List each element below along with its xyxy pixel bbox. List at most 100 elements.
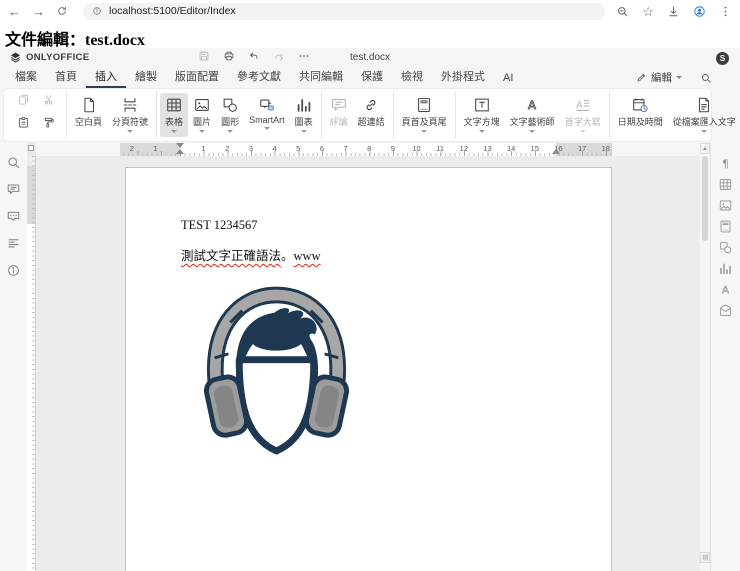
vertical-ruler[interactable] xyxy=(27,156,36,571)
right-sidebar-icon[interactable] xyxy=(718,282,733,297)
ribbon-tab[interactable]: 首頁 xyxy=(46,65,86,88)
left-sidebar-icon[interactable] xyxy=(6,236,21,251)
logo-icon xyxy=(9,51,22,64)
document-page[interactable]: TEST 1234567 測試文字正確語法。www xyxy=(125,167,612,571)
toolbar-button-icon xyxy=(221,96,239,114)
ribbon-tabs: 檔案首頁插入繪製版面配置參考文獻共同編輯保護檢視外掛程式AI xyxy=(0,67,740,88)
ribbon-tab[interactable]: 繪製 xyxy=(126,65,166,88)
zoom-out-icon[interactable] xyxy=(616,5,629,18)
site-info-icon[interactable] xyxy=(92,6,102,16)
toolbar-button-icon xyxy=(415,96,433,114)
toolbar-button[interactable]: 超連結 xyxy=(353,93,390,137)
toolbar-button[interactable]: 首字大寫 xyxy=(560,93,606,137)
ruler-number: 17 xyxy=(570,144,594,153)
horizontal-ruler[interactable]: 21 123456789101112131415161718 xyxy=(120,143,612,156)
paste-button[interactable] xyxy=(15,116,32,129)
ruler-number: 14 xyxy=(499,144,523,153)
ribbon-tab[interactable]: 保護 xyxy=(352,65,392,88)
toolbar-button-icon xyxy=(165,96,183,114)
editing-mode-label: 編輯 xyxy=(651,70,672,85)
toolbar-button-icon xyxy=(574,96,592,114)
toolbar-button[interactable]: 評論 xyxy=(325,93,353,137)
toolbar-button[interactable]: 圖片 xyxy=(188,93,216,137)
address-bar[interactable]: localhost:5100/Editor/Index xyxy=(83,3,605,20)
download-icon[interactable] xyxy=(667,5,680,18)
undo-icon[interactable] xyxy=(248,50,260,62)
toolbar-button[interactable]: 從檔案匯入文字 xyxy=(668,93,740,137)
toolbar-button[interactable]: 圖表 xyxy=(290,93,318,137)
right-sidebar-icon[interactable] xyxy=(718,240,733,255)
profile-avatar-icon[interactable] xyxy=(693,5,706,18)
toolbar-button[interactable]: 文字藝術師 xyxy=(505,93,560,137)
browser-menu-icon[interactable] xyxy=(719,5,732,18)
ribbon-tab[interactable]: 插入 xyxy=(86,65,126,88)
paragraph-2[interactable]: 測試文字正確語法。www xyxy=(181,245,321,264)
toolbar-button[interactable]: 分頁符號 xyxy=(107,93,153,137)
ribbon-tab[interactable]: AI xyxy=(494,69,522,88)
right-sidebar-icon[interactable] xyxy=(718,198,733,213)
toolbar-button-icon xyxy=(121,96,139,114)
reload-icon[interactable] xyxy=(56,5,68,17)
ribbon-tab[interactable]: 參考文獻 xyxy=(228,65,290,88)
left-sidebar-icon[interactable] xyxy=(6,263,21,278)
tab-stop-selector[interactable] xyxy=(27,143,36,156)
toolbar-button[interactable]: 表格 xyxy=(160,93,188,137)
cut-button[interactable] xyxy=(40,93,57,106)
toolbar-button[interactable]: 圖形 xyxy=(216,93,244,137)
right-sidebar-icon[interactable] xyxy=(718,156,733,171)
back-icon[interactable]: ← xyxy=(8,5,21,18)
ribbon-tab[interactable]: 外掛程式 xyxy=(432,65,494,88)
editing-mode-selector[interactable]: 編輯 xyxy=(636,70,682,85)
left-sidebar-icon[interactable] xyxy=(6,155,21,170)
page-navigation-button[interactable] xyxy=(700,552,710,563)
scroll-up-button[interactable] xyxy=(700,143,710,154)
user-avatar[interactable]: S xyxy=(716,52,729,65)
ruler-number: 6 xyxy=(310,144,334,153)
toolbar-button-icon xyxy=(258,96,276,114)
ruler-number: 1 xyxy=(144,144,168,153)
toolbar-button-icon xyxy=(523,96,541,114)
ruler-number: 5 xyxy=(286,144,310,153)
ruler-number: 2 xyxy=(215,144,239,153)
bookmark-star-icon[interactable]: ☆ xyxy=(642,5,654,18)
editor-search-icon[interactable] xyxy=(700,72,712,84)
right-sidebar-icon[interactable] xyxy=(718,303,733,318)
toolbar-button[interactable]: 空白頁 xyxy=(70,93,107,137)
document-canvas[interactable]: TEST 1234567 測試文字正確語法。www xyxy=(36,156,700,571)
right-indent-marker[interactable] xyxy=(552,149,560,154)
paragraph-1[interactable]: TEST 1234567 xyxy=(181,218,258,233)
screen: ← → localhost:5100/Editor/Index ☆ 文件編輯：t… xyxy=(0,0,740,571)
first-line-indent-marker[interactable] xyxy=(176,143,184,148)
toolbar-button[interactable]: 日期及時間 xyxy=(613,93,668,137)
save-icon[interactable] xyxy=(198,50,210,62)
vertical-scrollbar[interactable] xyxy=(700,143,710,571)
left-sidebar-icon[interactable] xyxy=(6,209,21,224)
headphones-man-image[interactable] xyxy=(198,283,355,462)
right-sidebar-icon[interactable] xyxy=(718,177,733,192)
ruler-number: 18 xyxy=(594,144,618,153)
url-text: localhost:5100/Editor/Index xyxy=(109,5,236,17)
scrollbar-thumb[interactable] xyxy=(702,156,708,241)
forward-icon[interactable]: → xyxy=(32,5,45,18)
ruler-number: 7 xyxy=(334,144,358,153)
copy-button[interactable] xyxy=(15,93,32,106)
redo-icon[interactable] xyxy=(273,50,285,62)
customize-quick-access-icon[interactable] xyxy=(298,50,310,62)
toolbar-button-icon xyxy=(695,96,713,114)
print-icon[interactable] xyxy=(223,50,235,62)
ribbon-tab[interactable]: 檔案 xyxy=(6,65,46,88)
ribbon-tab[interactable]: 版面配置 xyxy=(166,65,228,88)
ribbon-tab[interactable]: 檢視 xyxy=(392,65,432,88)
left-sidebar-icon[interactable] xyxy=(6,182,21,197)
right-sidebar-icon[interactable] xyxy=(718,219,733,234)
toolbar-button[interactable]: SmartArt xyxy=(244,93,290,137)
toolbar-button[interactable]: 頁首及頁尾 xyxy=(397,93,452,137)
onlyoffice-logo: ONLYOFFICE xyxy=(9,51,89,64)
ruler-number: 11 xyxy=(428,144,452,153)
editor-header: ONLYOFFICE test.docx S xyxy=(0,48,740,67)
toolbar-button[interactable]: 文字方塊 xyxy=(459,93,505,137)
hanging-indent-marker[interactable] xyxy=(176,149,184,154)
format-painter-button[interactable] xyxy=(40,116,57,129)
right-sidebar-icon[interactable] xyxy=(718,261,733,276)
ribbon-tab[interactable]: 共同編輯 xyxy=(290,65,352,88)
